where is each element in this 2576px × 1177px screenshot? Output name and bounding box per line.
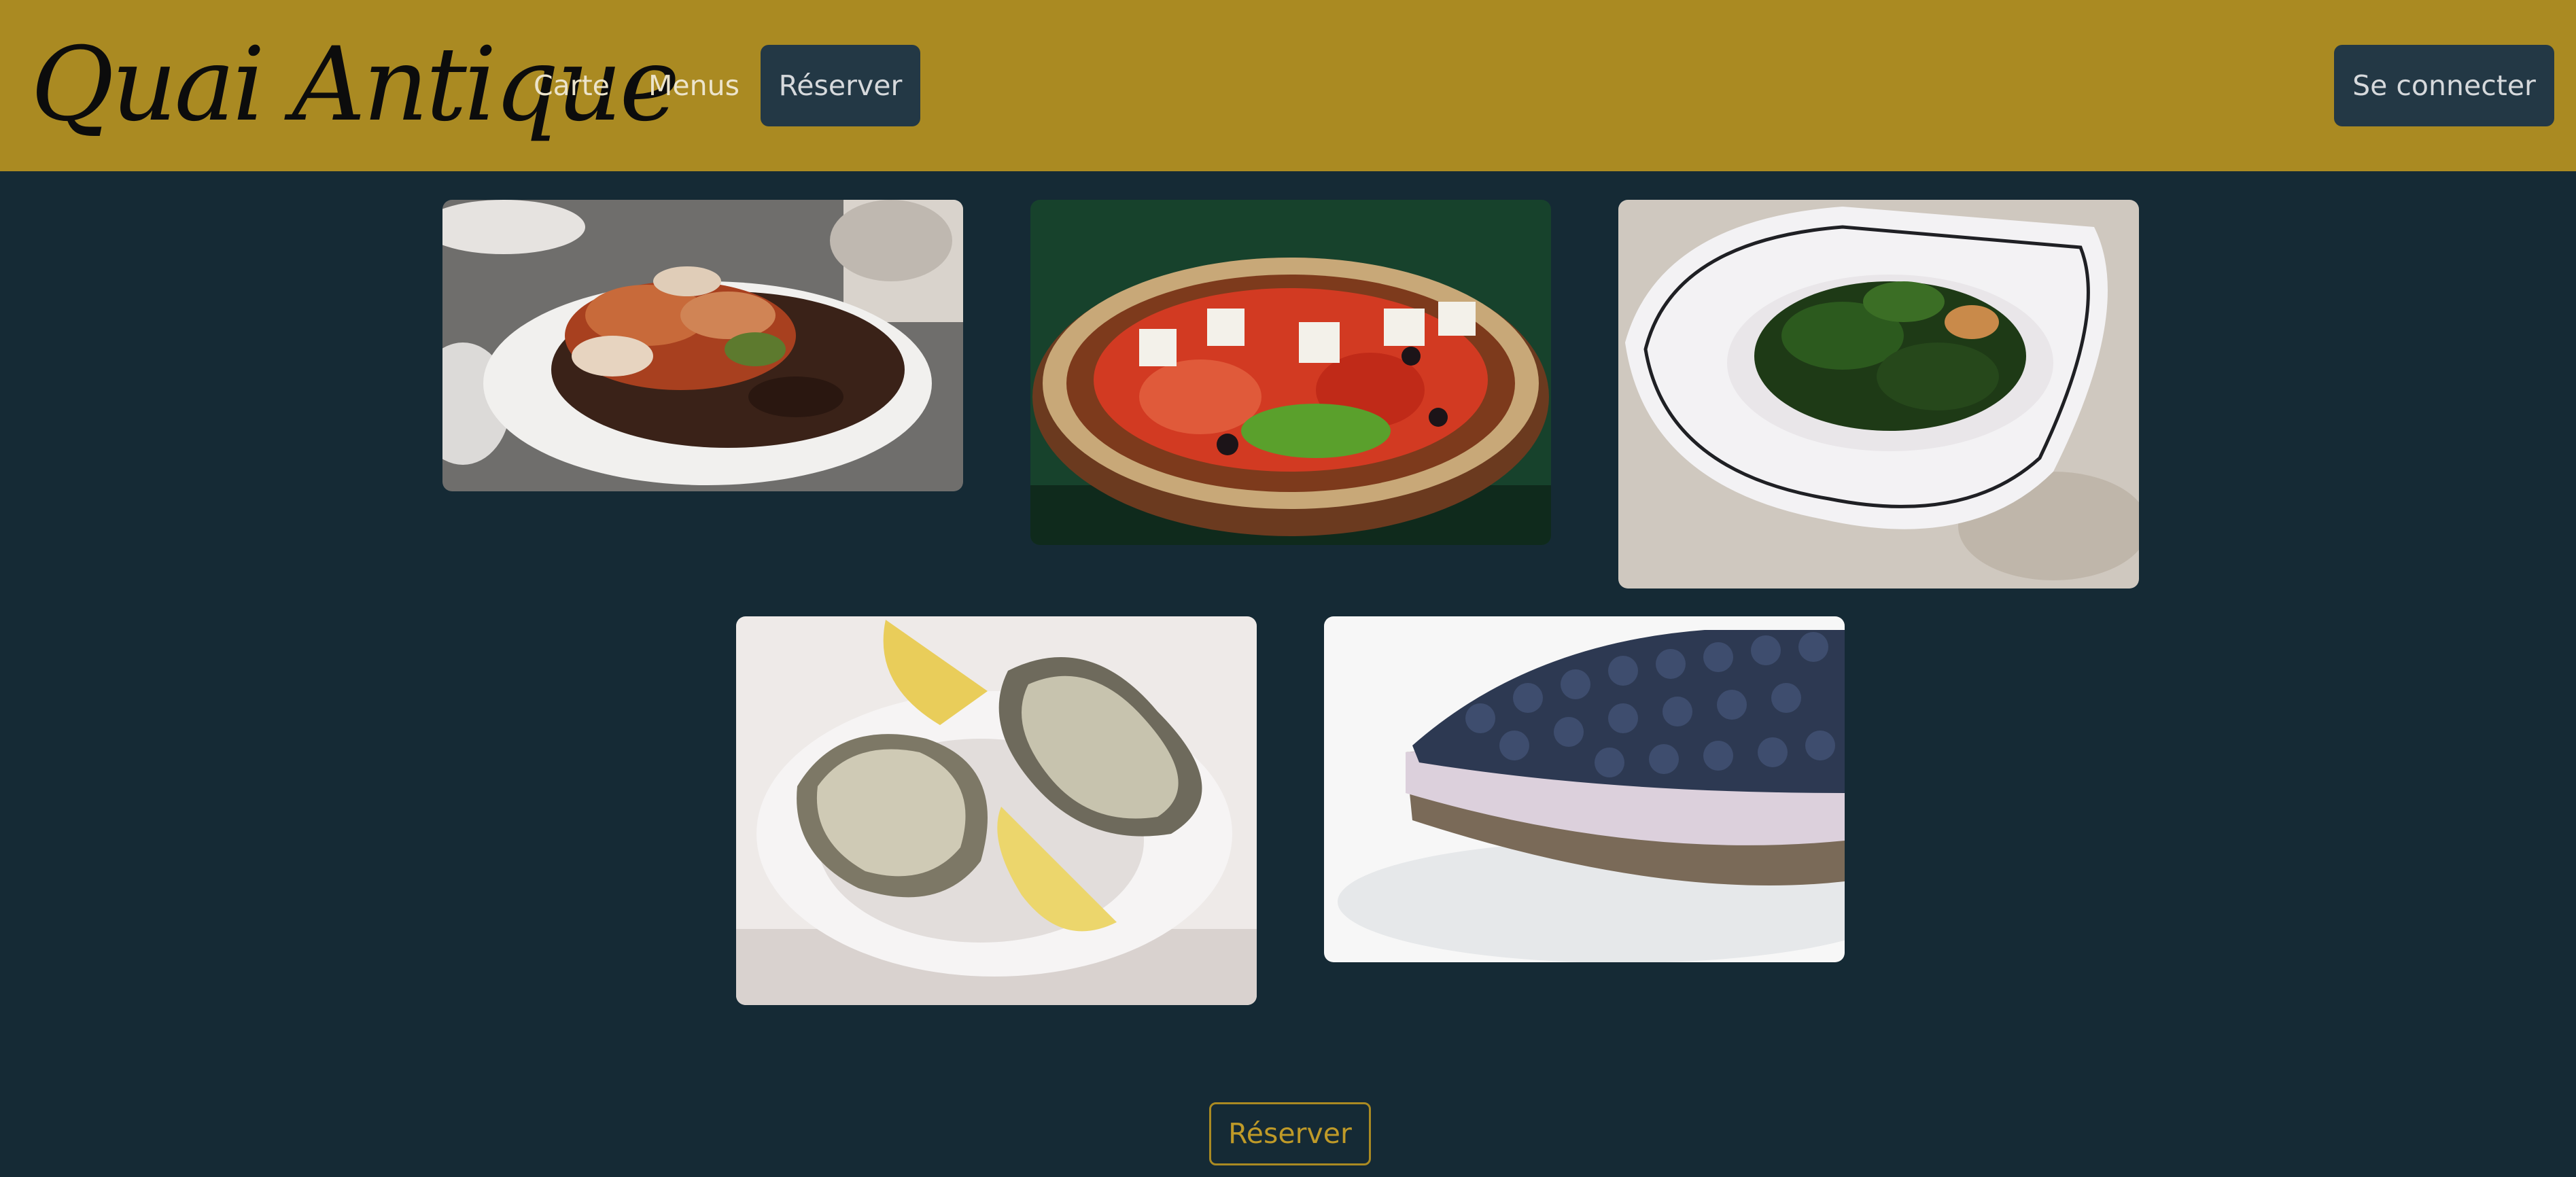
- spinach-dish-photo: [1618, 200, 2139, 588]
- login-button[interactable]: Se connecter: [2334, 45, 2554, 126]
- nav-link-menus[interactable]: Menus: [648, 45, 739, 126]
- greek-salad-photo: [1030, 200, 1551, 545]
- seafood-platter-photo: [442, 200, 963, 491]
- nav-reserver-button[interactable]: Réserver: [761, 45, 920, 126]
- nav-link-carte[interactable]: Carte: [534, 45, 610, 126]
- reserver-cta-button[interactable]: Réserver: [1209, 1102, 1371, 1165]
- blueberry-cheesecake-photo: [1324, 616, 1845, 962]
- oysters-lemon-photo: [736, 616, 1257, 1005]
- site-header: Quai Antique Carte Menus Réserver Se con…: [0, 0, 2576, 171]
